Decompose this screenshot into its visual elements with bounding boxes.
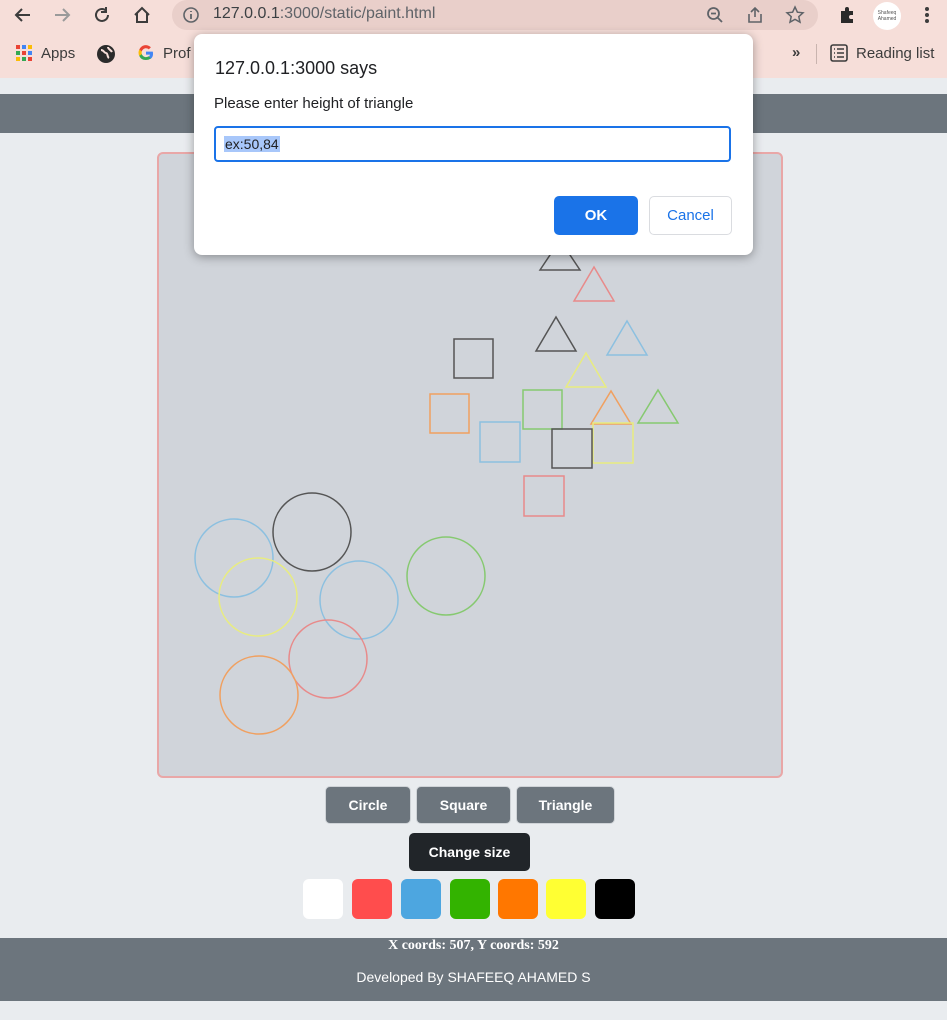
color-swatch-white[interactable] <box>303 879 343 919</box>
triangle-shape <box>534 315 578 352</box>
dialog-input-value: ex:50,84 <box>224 136 280 152</box>
change-size-button[interactable]: Change size <box>409 833 530 871</box>
square-shape <box>479 421 521 463</box>
color-swatch-yellow[interactable] <box>546 879 586 919</box>
circle-shape <box>219 655 299 735</box>
color-swatch-black[interactable] <box>595 879 635 919</box>
square-shape <box>551 428 593 469</box>
square-button[interactable]: Square <box>416 786 511 824</box>
prompt-dialog: 127.0.0.1:3000 says Please enter height … <box>194 34 753 255</box>
dialog-message: Please enter height of triangle <box>214 95 414 112</box>
circle-shape <box>319 560 399 640</box>
square-shape <box>523 475 565 517</box>
triangle-shape <box>564 351 608 388</box>
coords-readout: X coords: 507, Y coords: 592 <box>388 938 559 953</box>
triangle-shape <box>572 265 616 302</box>
color-swatch-green[interactable] <box>450 879 490 919</box>
square-shape <box>522 389 563 430</box>
triangle-shape <box>636 388 680 424</box>
dialog-input[interactable]: ex:50,84 <box>214 126 731 162</box>
color-swatch-orange[interactable] <box>498 879 538 919</box>
circle-shape <box>288 619 368 699</box>
triangle-shape <box>589 389 633 425</box>
triangle-button[interactable]: Triangle <box>516 786 615 824</box>
dialog-title: 127.0.0.1:3000 says <box>215 58 378 78</box>
footer: X coords: 507, Y coords: 592 Developed B… <box>0 938 947 1001</box>
square-shape <box>429 393 470 434</box>
circle-shape <box>406 536 486 616</box>
circle-shape <box>272 492 352 572</box>
developer-credit: Developed By SHAFEEQ AHAMED S <box>356 969 591 985</box>
ok-button[interactable]: OK <box>554 196 638 235</box>
circle-button[interactable]: Circle <box>325 786 411 824</box>
color-swatch-red[interactable] <box>352 879 392 919</box>
square-shape <box>453 338 494 379</box>
cancel-button[interactable]: Cancel <box>649 196 732 235</box>
square-shape <box>592 422 634 464</box>
triangle-shape <box>605 319 649 356</box>
color-swatch-blue[interactable] <box>401 879 441 919</box>
